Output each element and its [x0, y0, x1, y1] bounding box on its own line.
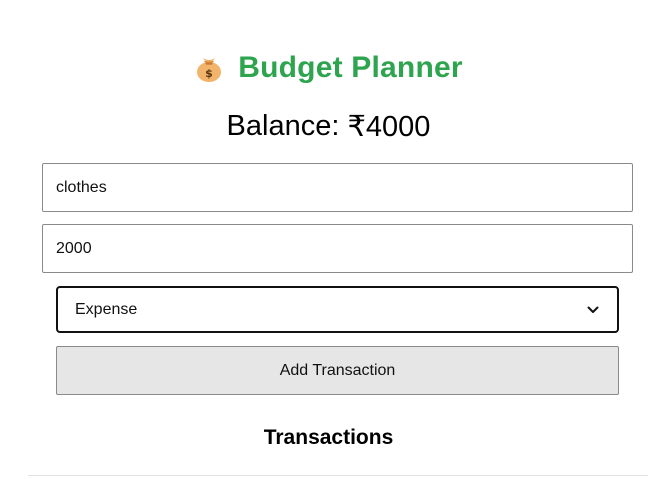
- balance-label: Balance:: [226, 109, 348, 142]
- description-input-value: clothes: [56, 178, 107, 196]
- svg-text:$: $: [205, 67, 213, 80]
- app-header: $ Budget Planner: [0, 46, 657, 90]
- chevron-down-icon: [587, 306, 599, 313]
- transactions-heading-text: Transactions: [263, 426, 394, 449]
- add-transaction-button[interactable]: Add Transaction: [56, 346, 619, 395]
- app-title: Budget Planner: [238, 51, 463, 84]
- balance-value: ₹4000: [347, 110, 431, 143]
- amount-input-value: 2000: [56, 239, 92, 257]
- add-transaction-label: Add Transaction: [279, 361, 396, 379]
- description-input[interactable]: clothes: [42, 163, 633, 212]
- transaction-type-selected: Expense: [75, 300, 138, 318]
- balance-display: Balance: ₹4000: [0, 106, 657, 146]
- budget-planner-app: $ Budget Planner Balance: ₹4000 clothes …: [0, 0, 657, 479]
- transactions-divider: [28, 475, 648, 476]
- amount-input[interactable]: 2000: [42, 224, 633, 273]
- transactions-heading: Transactions: [0, 424, 657, 452]
- money-bag-icon: $: [197, 58, 222, 82]
- transaction-type-select[interactable]: Expense: [56, 286, 619, 333]
